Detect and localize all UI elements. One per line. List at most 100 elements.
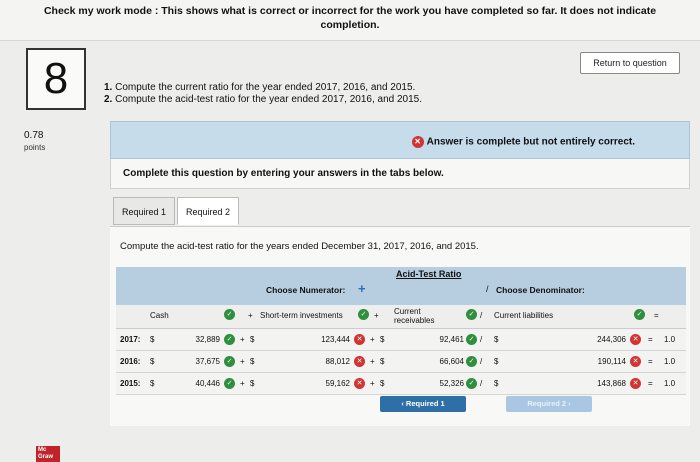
x-circle-icon: ✕ <box>630 356 641 367</box>
instructions-panel: Complete this question by entering your … <box>110 159 690 189</box>
check-icon: ✓ <box>466 356 477 367</box>
currency-symbol: $ <box>250 357 255 366</box>
prev-required-button[interactable]: ‹ Required 1 <box>380 396 466 412</box>
table-row: 2016: $ 37,675 ✓ + $ 88,012 ✕ + $ 66,604… <box>116 351 686 373</box>
content-prompt: Compute the acid-test ratio for the year… <box>120 241 479 252</box>
row-year: 2017: <box>120 335 141 344</box>
ratio-value[interactable]: 1.0 <box>664 335 675 344</box>
banner-divider <box>0 40 700 41</box>
plus-sign: + <box>370 335 375 344</box>
receivables-input[interactable]: 52,326 <box>416 379 464 388</box>
denominator-label: Choose Denominator: <box>496 285 585 295</box>
instructions: 1. Compute the current ratio for the yea… <box>104 82 422 106</box>
next-required-button[interactable]: Required 2 › <box>506 396 592 412</box>
cash-input[interactable]: 32,889 <box>176 335 220 344</box>
tab-bar: Required 1 Required 2 <box>113 197 241 227</box>
x-circle-icon: ✕ <box>630 334 641 345</box>
sti-input[interactable]: 88,012 <box>292 357 350 366</box>
check-icon: ✓ <box>358 309 369 320</box>
plus-sign: + <box>248 311 253 320</box>
table-title: Acid-Test Ratio <box>396 269 462 279</box>
account-header-row: Cash ✓ + Short-term investments ✓ + Curr… <box>116 305 686 329</box>
currency-symbol: $ <box>150 379 155 388</box>
divide-sign: / <box>486 284 489 294</box>
x-circle-icon: ✕ <box>354 356 365 367</box>
plus-sign: + <box>240 357 245 366</box>
banner-line-2: completion. <box>320 19 380 31</box>
ratio-value[interactable]: 1.0 <box>664 379 675 388</box>
divide-sign: / <box>480 357 483 366</box>
currency-symbol: $ <box>150 357 155 366</box>
plus-sign: + <box>374 311 379 320</box>
divide-sign: / <box>480 379 483 388</box>
x-circle-icon: ✕ <box>630 378 641 389</box>
header-short-term-investments[interactable]: Short-term investments <box>260 311 343 320</box>
return-to-question-button[interactable]: Return to question <box>580 52 680 74</box>
divide-sign: / <box>480 335 483 344</box>
currency-symbol: $ <box>494 335 499 344</box>
liabilities-input[interactable]: 244,306 <box>578 335 626 344</box>
question-number: 8 <box>26 48 86 110</box>
equals-sign: = <box>654 311 659 320</box>
currency-symbol: $ <box>250 379 255 388</box>
header-current-liabilities[interactable]: Current liabilities <box>494 311 553 320</box>
row-year: 2016: <box>120 357 141 366</box>
receivables-input[interactable]: 92,461 <box>416 335 464 344</box>
sti-input[interactable]: 59,162 <box>292 379 350 388</box>
row-year: 2015: <box>120 379 141 388</box>
liabilities-input[interactable]: 143,868 <box>578 379 626 388</box>
cash-input[interactable]: 37,675 <box>176 357 220 366</box>
points-label: points <box>24 143 46 152</box>
cash-input[interactable]: 40,446 <box>176 379 220 388</box>
header-cash[interactable]: Cash <box>150 311 169 320</box>
plus-icon: + <box>358 281 366 296</box>
currency-symbol: $ <box>150 335 155 344</box>
status-message: ✕ Answer is complete but not entirely cor… <box>411 136 635 148</box>
sti-input[interactable]: 123,444 <box>292 335 350 344</box>
panel-text: Complete this question by entering your … <box>123 168 444 179</box>
check-icon: ✓ <box>634 309 645 320</box>
mcgraw-logo: Mc Graw <box>36 446 60 462</box>
receivables-input[interactable]: 66,604 <box>416 357 464 366</box>
plus-sign: + <box>370 357 375 366</box>
tab-required-1[interactable]: Required 1 <box>113 197 176 225</box>
plus-sign: + <box>240 335 245 344</box>
answer-status-bar: ✕ Answer is complete but not entirely cor… <box>110 121 690 159</box>
equals-sign: = <box>648 335 653 344</box>
plus-sign: + <box>240 379 245 388</box>
chevron-right-icon: › <box>566 399 571 408</box>
instruction-2: 2. Compute the acid-test ratio for the y… <box>104 94 422 105</box>
liabilities-input[interactable]: 190,114 <box>578 357 626 366</box>
x-circle-icon: ✕ <box>354 378 365 389</box>
check-icon: ✓ <box>466 309 477 320</box>
check-icon: ✓ <box>224 356 235 367</box>
check-icon: ✓ <box>466 378 477 389</box>
banner-line-1: Check my work mode : This shows what is … <box>43 5 657 17</box>
points-value: 0.78 <box>24 130 44 141</box>
x-circle-icon: ✕ <box>411 136 424 148</box>
check-my-work-banner: Check my work mode : This shows what is … <box>0 0 700 40</box>
instruction-1: 1. Compute the current ratio for the yea… <box>104 82 416 93</box>
ratio-value[interactable]: 1.0 <box>664 357 675 366</box>
currency-symbol: $ <box>380 357 385 366</box>
check-icon: ✓ <box>224 378 235 389</box>
equals-sign: = <box>648 357 653 366</box>
currency-symbol: $ <box>250 335 255 344</box>
currency-symbol: $ <box>380 379 385 388</box>
equals-sign: = <box>648 379 653 388</box>
currency-symbol: $ <box>494 357 499 366</box>
check-icon: ✓ <box>224 309 235 320</box>
header-current-receivables[interactable]: Current receivables <box>394 307 454 325</box>
x-circle-icon: ✕ <box>354 334 365 345</box>
check-icon: ✓ <box>466 334 477 345</box>
numerator-label: Choose Numerator: <box>266 285 346 295</box>
tab-required-2[interactable]: Required 2 <box>177 197 240 225</box>
divide-sign: / <box>480 311 483 320</box>
plus-sign: + <box>370 379 375 388</box>
check-icon: ✓ <box>224 334 235 345</box>
table-row: 2017: $ 32,889 ✓ + $ 123,444 ✕ + $ 92,46… <box>116 329 686 351</box>
currency-symbol: $ <box>494 379 499 388</box>
grid-header: Acid-Test Ratio Choose Numerator: + / Ch… <box>116 267 686 305</box>
table-row: 2015: $ 40,446 ✓ + $ 59,162 ✕ + $ 52,326… <box>116 373 686 395</box>
currency-symbol: $ <box>380 335 385 344</box>
